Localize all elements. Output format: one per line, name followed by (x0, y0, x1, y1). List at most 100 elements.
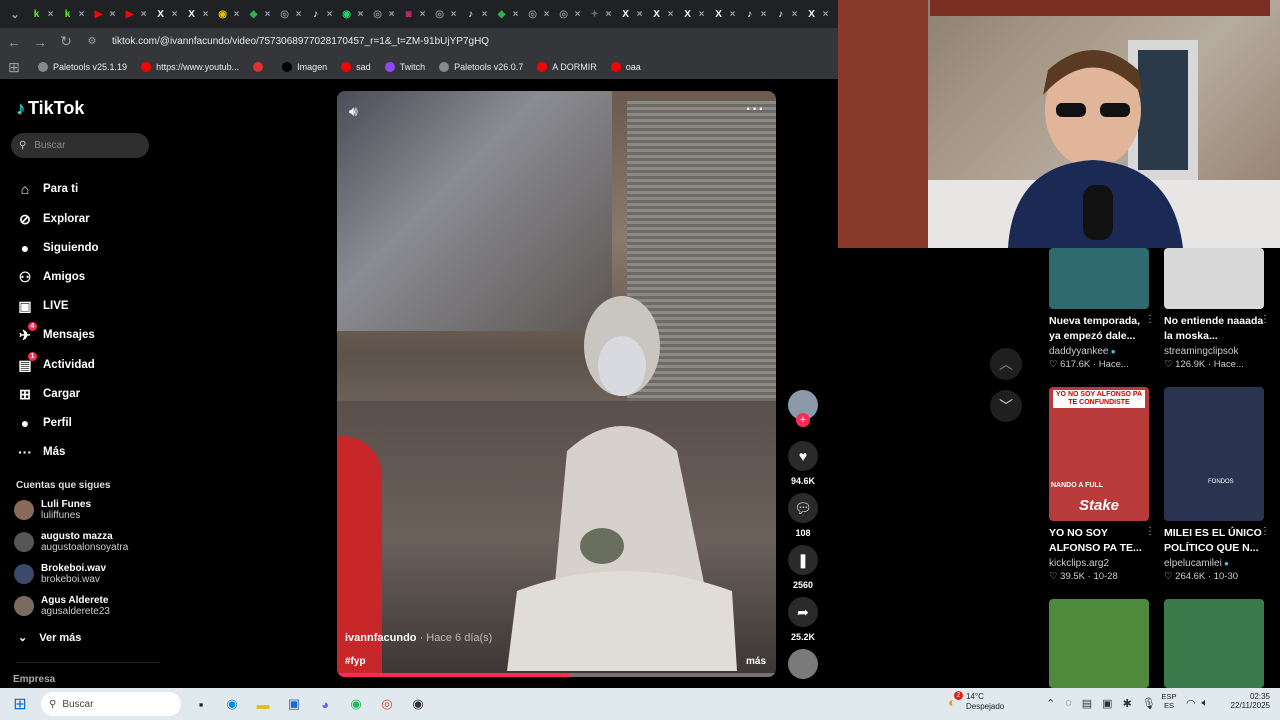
site-info-icon[interactable]: ⚙ (80, 36, 104, 47)
feed-video-card[interactable]: Nueva temporada, ya empezó dale... ⋮ daddy… (1049, 248, 1155, 370)
share-button[interactable]: ➦ 25.2K (787, 597, 819, 642)
close-icon[interactable]: × (544, 9, 550, 20)
more-options-icon[interactable]: ··· (746, 101, 765, 119)
close-icon[interactable]: × (792, 9, 798, 20)
browser-tab[interactable]: k × (26, 0, 57, 28)
browser-tab[interactable]: ▶ × (119, 0, 150, 28)
task-view-icon[interactable]: ▪ (190, 693, 212, 715)
close-icon[interactable]: × (110, 9, 116, 20)
video-more-button[interactable]: más (746, 656, 766, 667)
chrome-icon[interactable]: ◎ (376, 693, 398, 715)
see-more-button[interactable]: ⌄ Ver más (18, 631, 81, 644)
video-title[interactable]: MILEI ES EL ÚNICO POLÍTICO QUE N... (1164, 526, 1264, 556)
browser-tab[interactable]: k × (57, 0, 88, 28)
close-icon[interactable]: × (451, 9, 457, 20)
url-text[interactable]: tiktok.com/@ivannfacundo/video/757306897… (112, 36, 489, 47)
browser-tab[interactable]: X × (677, 0, 708, 28)
empresa-link[interactable]: Empresa (13, 674, 55, 685)
tray-app-icon[interactable]: ▤ (1082, 697, 1092, 710)
close-icon[interactable]: × (637, 9, 643, 20)
close-icon[interactable]: × (761, 9, 767, 20)
close-icon[interactable]: × (482, 9, 488, 20)
sidebar-item-live[interactable]: ▣ LIVE (16, 297, 68, 315)
close-icon[interactable]: × (296, 9, 302, 20)
browser-tab[interactable]: ♪ × (739, 0, 770, 28)
close-icon[interactable]: × (668, 9, 674, 20)
sidebar-item-home[interactable]: ⌂ Para ti (16, 180, 78, 198)
browser-tab[interactable]: ♪ × (460, 0, 491, 28)
followed-account[interactable]: Luli Funes luliffunes (14, 499, 91, 521)
card-menu-icon[interactable]: ⋮ (1260, 526, 1270, 537)
followed-account[interactable]: Agus Alderete agusalderete23 (14, 595, 110, 617)
close-icon[interactable]: × (327, 9, 333, 20)
video-author[interactable]: kickclips.arg2 (1049, 558, 1149, 569)
video-thumbnail[interactable] (1164, 248, 1264, 309)
video-player[interactable]: 🔊︎ ··· ivannfacundo · Hace 6 día(s) #fyp… (337, 91, 776, 677)
browser-tab[interactable]: ◆ × (491, 0, 522, 28)
close-icon[interactable]: × (389, 9, 395, 20)
close-icon[interactable]: × (48, 9, 54, 20)
volume-icon[interactable]: 🔊︎ (349, 103, 358, 120)
close-icon[interactable]: × (358, 9, 364, 20)
browser-tab[interactable]: ◎ × (367, 0, 398, 28)
browser-tab[interactable]: X × (708, 0, 739, 28)
windows-start-icon[interactable]: ⊞ (9, 693, 31, 715)
browser-tab[interactable]: ♪ × (770, 0, 801, 28)
discord-icon[interactable]: ◕ (314, 693, 336, 715)
browser-tab[interactable]: ♪ × (305, 0, 336, 28)
store-icon[interactable]: ▣ (283, 693, 305, 715)
card-menu-icon[interactable]: ⋮ (1145, 314, 1155, 325)
video-thumbnail[interactable]: FONDOS (1164, 387, 1264, 521)
weather-widget[interactable]: ◐ 2 14°C Despejado (948, 691, 1004, 711)
close-icon[interactable]: × (172, 9, 178, 20)
next-video-button[interactable]: ﹀ (990, 390, 1022, 422)
obs-icon[interactable]: ◉ (407, 693, 429, 715)
browser-tab[interactable]: ◆ × (243, 0, 274, 28)
video-thumbnail[interactable] (1049, 248, 1149, 309)
browser-tab[interactable]: ◎ × (429, 0, 460, 28)
close-icon[interactable]: × (141, 9, 147, 20)
tray-app-icon[interactable]: ◌ (1065, 697, 1072, 710)
sidebar-item-activity[interactable]: ▤ 1 Actividad (16, 352, 95, 374)
close-icon[interactable]: × (513, 9, 519, 20)
browser-tab[interactable]: ◎ × (274, 0, 305, 28)
taskbar-clock[interactable]: 02:35 22/11/2025 (1212, 692, 1270, 710)
previous-video-button[interactable]: ︿ (990, 348, 1022, 380)
close-icon[interactable]: × (730, 9, 736, 20)
taskbar-search[interactable]: ⚲ Buscar (41, 692, 181, 716)
follow-plus-icon[interactable]: + (796, 413, 810, 427)
apps-icon[interactable]: ⊞ (2, 59, 26, 76)
browser-tab[interactable]: ◙ × (398, 0, 429, 28)
browser-tab[interactable]: ▶ × (88, 0, 119, 28)
sidebar-item-explore[interactable]: ⊘ Explorar (16, 210, 90, 228)
bookmark-item[interactable]: Paletools v25.1.19 (38, 62, 127, 72)
browser-tab[interactable]: X × (150, 0, 181, 28)
video-title[interactable]: YO NO SOY ALFONSO PA TE... (1049, 526, 1149, 556)
sidebar-item-profile[interactable]: ● Perfil (16, 414, 72, 432)
save-button[interactable]: ❚ 2560 (787, 545, 819, 590)
forward-icon[interactable]: → (28, 34, 52, 50)
card-menu-icon[interactable]: ⋮ (1260, 314, 1270, 325)
spotify-icon[interactable]: ◉ (345, 693, 367, 715)
video-title[interactable]: No entiende naaada la moska... (1164, 314, 1264, 344)
browser-tab[interactable]: ✦ × (584, 0, 615, 28)
feed-video-card[interactable]: No entiende naaada la moska... ⋮ streaming… (1164, 248, 1270, 370)
browser-tab[interactable]: ◎ × (522, 0, 553, 28)
bookmark-item[interactable]: https://www.youtub... (141, 62, 239, 72)
close-icon[interactable]: × (234, 9, 240, 20)
music-disc-button[interactable] (787, 649, 819, 679)
browser-tab[interactable]: X × (181, 0, 212, 28)
edge-icon[interactable]: ◉ (221, 693, 243, 715)
bookmark-item[interactable]: oaa (610, 62, 641, 72)
sidebar-item-upload[interactable]: ⊞ Cargar (16, 385, 80, 403)
close-icon[interactable]: × (606, 9, 612, 20)
video-title[interactable]: Nueva temporada, ya empezó dale... (1049, 314, 1149, 344)
card-menu-icon[interactable]: ⋮ (1145, 526, 1155, 537)
close-icon[interactable]: × (575, 9, 581, 20)
feed-video-card[interactable]: FONDOS MILEI ES EL ÚNICO POLÍTICO QUE N..… (1164, 387, 1270, 582)
file-explorer-icon[interactable]: ▬ (252, 693, 274, 715)
like-button[interactable]: ♥ 94.6K (787, 441, 819, 486)
feed-video-card[interactable] (1049, 599, 1149, 688)
bookmark-item[interactable] (253, 62, 268, 72)
video-author[interactable]: streamingclipsok (1164, 346, 1264, 357)
